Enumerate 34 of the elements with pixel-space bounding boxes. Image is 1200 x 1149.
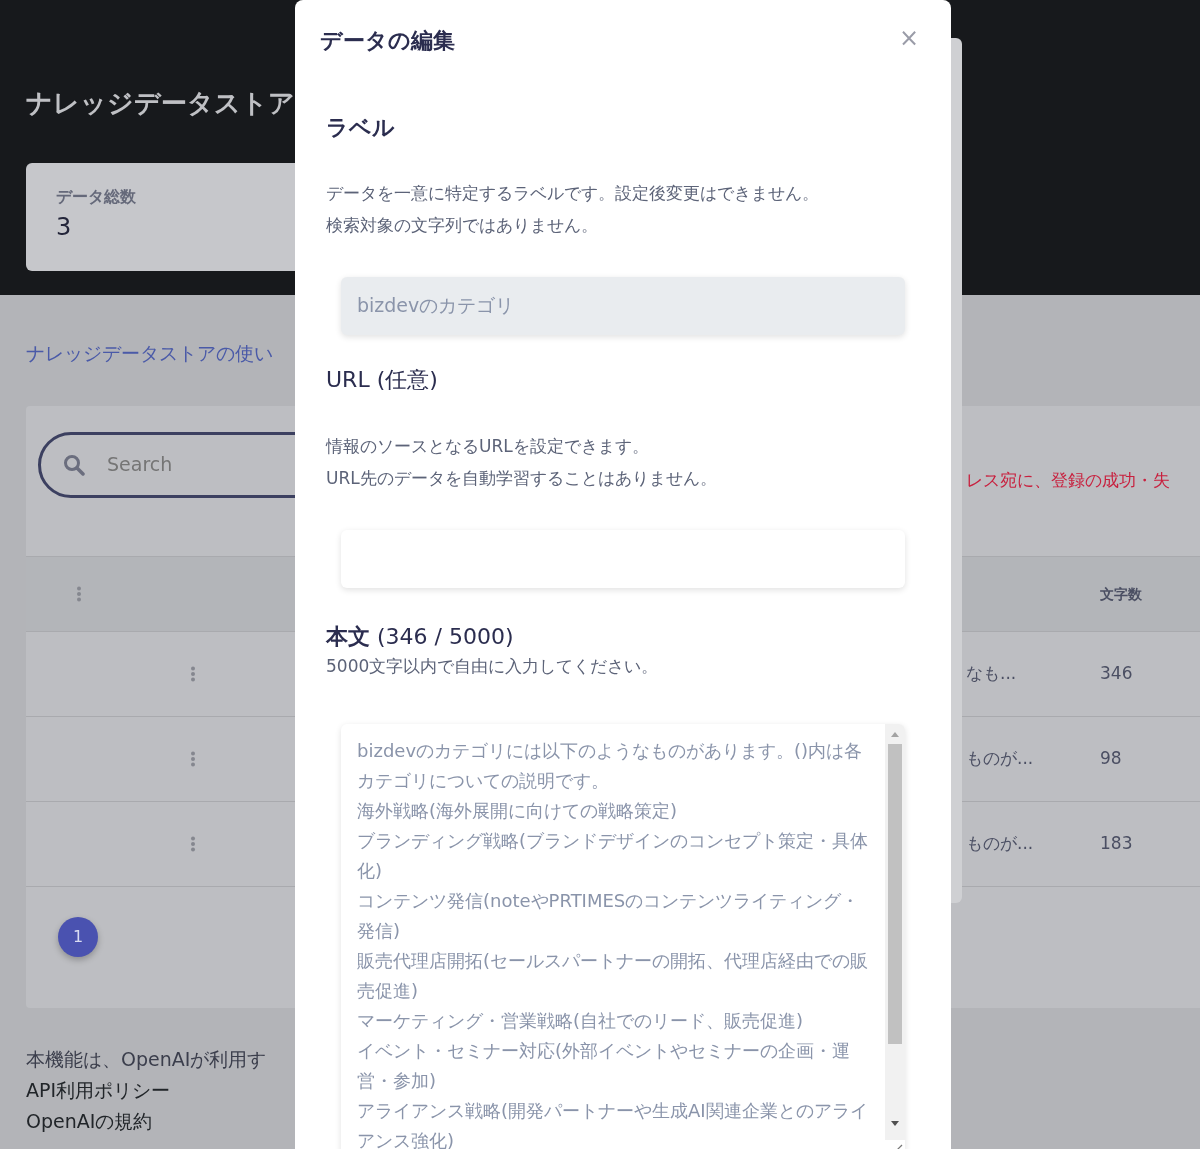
dialog-title: データの編集 <box>320 28 455 55</box>
help-text: 情報のソースとなるURLを設定できます。 <box>326 434 650 458</box>
table-cell: ものが... <box>966 832 1034 853</box>
help-text: URL先のデータを自動学習することはありません。 <box>326 466 718 490</box>
search-icon <box>63 453 85 476</box>
more-icon[interactable] <box>190 665 196 682</box>
more-icon[interactable] <box>190 750 196 767</box>
section-heading: ラベル <box>326 115 396 142</box>
footer-link[interactable]: OpenAIの規約 <box>26 1105 153 1137</box>
section-heading: 本文 (346 / 5000) <box>326 623 515 651</box>
table-cell: 183 <box>1100 832 1133 853</box>
page-button[interactable]: 1 <box>58 916 98 957</box>
footer-link[interactable]: API利用ポリシー <box>26 1074 171 1106</box>
more-icon[interactable] <box>76 585 82 602</box>
footer-text: 本機能は、OpenAIが利用す <box>26 1046 267 1072</box>
notice-text: レス宛に、登録の成功・失 <box>966 468 1170 492</box>
stat-value: 3 <box>56 212 73 244</box>
help-text: 5000文字以内で自由に入力してください。 <box>326 655 660 679</box>
body-textarea[interactable]: bizdevのカテゴリには以下のようなものがあります。()内は各カテゴリについての説明です。 海外戦略(海外展開に向けての戦略策定) ブランディング戦略(ブランドデザインのコンセプト策定・具体化) コンテンツ発信(noteやPRTIMESのコンテンツライティング・発信) 販売代理店開拓(セールスパートナーの開拓、代理店経由での販売促進) マーケティング・営業戦略(自社でのリード、販売促進) イベント・セミナー対応(外部イベントやセミナーの企画・運営・参加) アライアンス戦略(開発パートナーや生成AI関連企業とのアライアンス強化) <box>341 724 905 1149</box>
scrollbar[interactable] <box>885 724 905 1141</box>
table-cell: 346 <box>1100 662 1133 683</box>
table-cell: なも... <box>966 662 1017 683</box>
stat-label: データ総数 <box>56 186 137 209</box>
table-cell: 98 <box>1100 747 1122 768</box>
guide-link[interactable]: ナレッジデータストアの使い <box>26 342 273 364</box>
help-text: データを一意に特定するラベルです。設定後変更はできません。 <box>326 182 820 206</box>
page-title: ナレッジデータストア <box>26 88 296 120</box>
search-field[interactable]: Search <box>105 449 285 480</box>
section-heading: URL (任意) <box>326 367 439 394</box>
table-cell: ものが... <box>966 747 1034 768</box>
close-button[interactable]: × <box>896 24 921 52</box>
column-header: 文字数 <box>1100 585 1142 602</box>
help-text: 検索対象の文字列ではありません。 <box>326 214 599 238</box>
more-icon[interactable] <box>190 835 196 852</box>
